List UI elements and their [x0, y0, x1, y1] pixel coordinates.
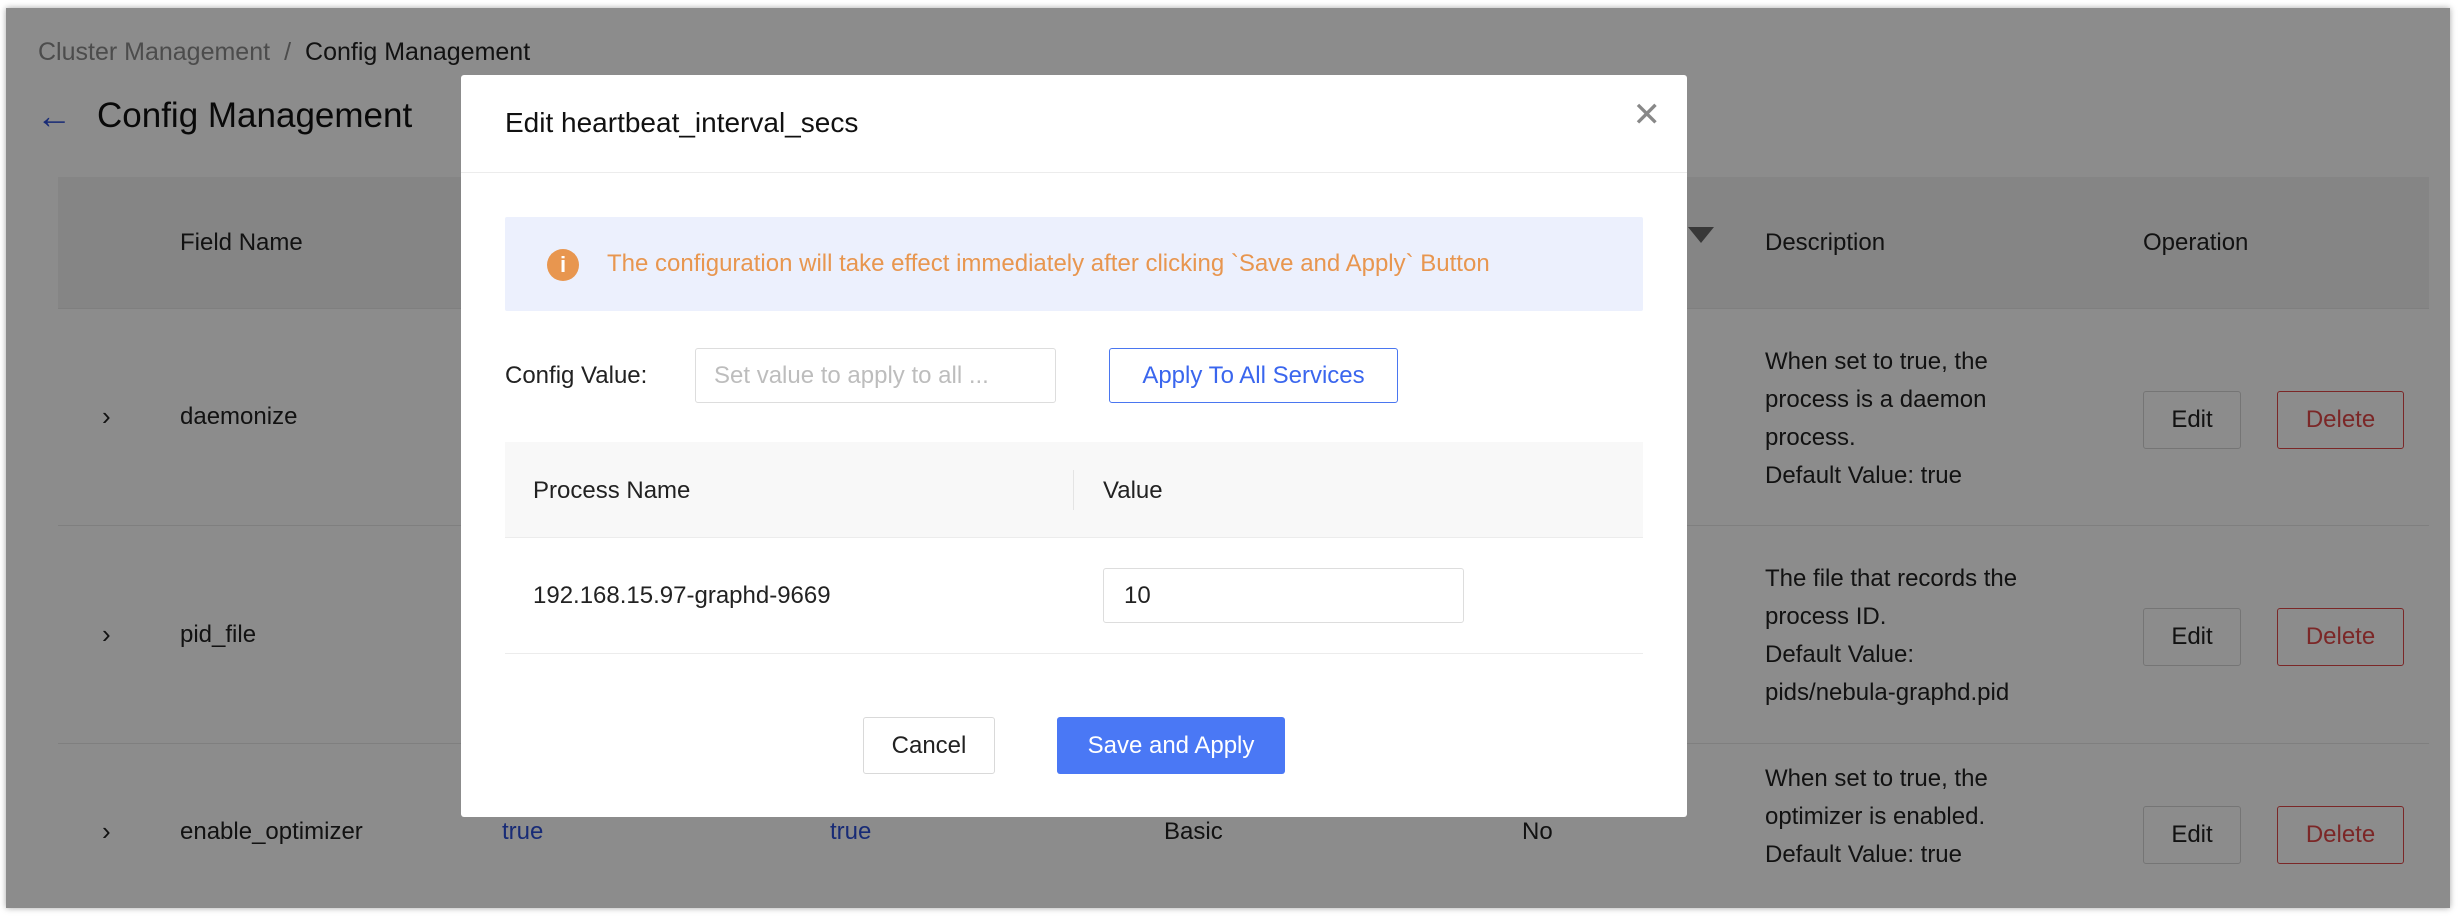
- close-icon[interactable]: ✕: [1633, 95, 1662, 135]
- process-name: 192.168.15.97-graphd-9669: [533, 582, 831, 609]
- info-alert: i The configuration will take effect imm…: [505, 217, 1643, 311]
- header-value: Value: [1103, 477, 1163, 504]
- apply-to-all-services-button[interactable]: Apply To All Services: [1109, 348, 1398, 403]
- cancel-button[interactable]: Cancel: [863, 717, 995, 774]
- process-value-input[interactable]: [1103, 568, 1464, 623]
- config-value-label-text: Config Value: [505, 362, 641, 389]
- column-divider: [1073, 470, 1074, 510]
- header-process-name: Process Name: [533, 477, 691, 504]
- process-table: Process Name Value 192.168.15.97-graphd-…: [505, 442, 1643, 654]
- process-row: 192.168.15.97-graphd-9669: [505, 538, 1643, 654]
- save-and-apply-button[interactable]: Save and Apply: [1057, 717, 1285, 774]
- process-table-header: Process Name Value: [505, 442, 1643, 538]
- edit-config-dialog: Edit heartbeat_interval_secs ✕ i The con…: [461, 75, 1687, 817]
- alert-text: The configuration will take effect immed…: [607, 250, 1490, 277]
- info-icon: i: [547, 249, 579, 281]
- label-colon: :: [640, 362, 648, 389]
- config-value-input[interactable]: [695, 348, 1056, 403]
- config-value-label: Config Value:: [505, 362, 647, 390]
- dialog-title: Edit heartbeat_interval_secs: [505, 107, 859, 138]
- dialog-header: Edit heartbeat_interval_secs ✕: [461, 75, 1687, 173]
